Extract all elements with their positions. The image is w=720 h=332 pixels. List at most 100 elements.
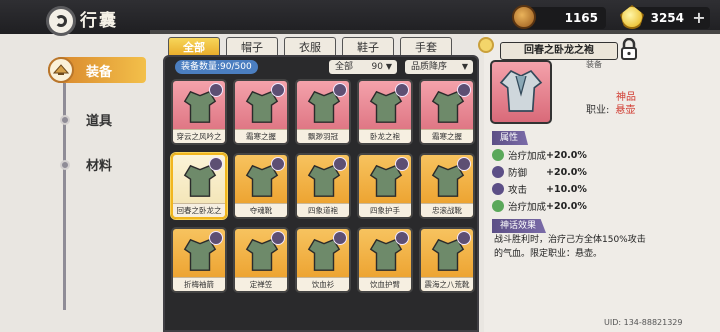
quality-badge-icon — [457, 157, 471, 171]
add-currency-button[interactable]: + — [690, 9, 708, 27]
attribute-value: +20.0% — [546, 149, 587, 161]
job-label: 职业: — [586, 105, 610, 116]
pin-icon[interactable] — [478, 37, 494, 53]
attributes-title: 属性 — [492, 131, 529, 145]
attribute-icon — [492, 183, 504, 195]
sidebar-dot-icon — [60, 159, 70, 170]
item-card-name: 霜寒之握 — [235, 129, 287, 143]
quality-badge-icon — [333, 231, 347, 245]
quality-badge-icon — [333, 157, 347, 171]
attribute-name: 防御 — [508, 168, 528, 179]
back-button[interactable] — [46, 6, 76, 36]
attribute-icon — [492, 166, 504, 178]
job-value: 悬壶 — [615, 105, 636, 116]
item-card[interactable]: 忠滚战靴 — [419, 153, 475, 219]
item-card[interactable]: 饮血护臂 — [357, 227, 413, 293]
filter-select[interactable]: 全部 90 ▼ — [329, 60, 397, 74]
quality-badge-icon — [209, 157, 223, 171]
effect-description: 战斗胜利时，治疗己方全体150%攻击的气血。限定职业：悬壶。 — [494, 235, 646, 259]
inventory-screen: 行囊 1165 3254 + 装备 道具 材料 全部 帽子 衣服 鞋子 手套 装… — [0, 0, 720, 332]
quality-badge-icon — [271, 157, 285, 171]
quality-badge-icon — [271, 83, 285, 97]
item-card-name: 震海之八荒靴 — [421, 277, 473, 291]
item-card-name: 饮血护臂 — [359, 277, 411, 291]
effect-title: 神话效果 — [492, 219, 547, 233]
item-card-name: 饮血衫 — [297, 277, 349, 291]
tab-clothes[interactable]: 衣服 — [284, 37, 336, 57]
back-icon — [55, 15, 67, 27]
item-card-name: 四象道袍 — [297, 203, 349, 217]
item-card[interactable]: 霜寒之握 — [419, 79, 475, 145]
item-card-name: 卧龙之袍 — [359, 129, 411, 143]
item-card-name: 夺魂靴 — [235, 203, 287, 217]
item-card[interactable]: 折梅袖箭 — [171, 227, 227, 293]
selected-item-icon — [490, 60, 552, 124]
item-card-name: 飘渺羽冠 — [297, 129, 349, 143]
item-card[interactable]: 震海之八荒靴 — [419, 227, 475, 293]
attribute-icon — [492, 200, 504, 212]
chevron-down-icon: ▼ — [385, 62, 392, 71]
quality-badge-icon — [271, 231, 285, 245]
robe-icon — [499, 69, 543, 112]
attribute-value: +20.0% — [546, 200, 587, 212]
item-card[interactable]: 定禅笠 — [233, 227, 289, 293]
quality-badge-icon — [457, 231, 471, 245]
quality-badge-icon — [209, 83, 223, 97]
attribute-row: 治疗加成 +20.0% — [492, 199, 587, 213]
attribute-value: +10.0% — [546, 183, 587, 195]
item-card-name: 四象护手 — [359, 203, 411, 217]
item-card-name: 定禅笠 — [235, 277, 287, 291]
filter-label: 全部 — [335, 62, 354, 72]
tab-all[interactable]: 全部 — [168, 37, 220, 57]
attribute-row: 防御 +20.0% — [492, 165, 587, 179]
tab-shoes[interactable]: 鞋子 — [342, 37, 394, 57]
item-card[interactable]: 霜寒之握 — [233, 79, 289, 145]
hat-icon — [48, 57, 74, 83]
attribute-name: 攻击 — [508, 185, 528, 196]
item-count: 装备数量:90/500 — [175, 60, 258, 74]
item-card[interactable]: 夺魂靴 — [233, 153, 289, 219]
item-card[interactable]: 卧龙之袍 — [357, 79, 413, 145]
sort-select[interactable]: 品质降序 ▼ — [405, 60, 473, 74]
item-card[interactable]: 四象道袍 — [295, 153, 351, 219]
quality-badge-icon — [209, 231, 223, 245]
grid-header: 装备数量:90/500 全部 90 ▼ 品质降序 ▼ — [169, 59, 475, 75]
sidebar-item-equipment[interactable]: 装备 — [48, 57, 146, 83]
sidebar-item-props[interactable]: 道具 — [60, 110, 112, 129]
quality-badge-icon — [333, 83, 347, 97]
lock-icon[interactable] — [620, 38, 638, 60]
filter-count: 90 — [371, 62, 383, 72]
copper-coin-icon — [512, 5, 536, 29]
item-card-name: 忠滚战靴 — [421, 203, 473, 217]
quality-badge-icon — [395, 157, 409, 171]
sort-label: 品质降序 — [411, 62, 448, 72]
sidebar-item-materials[interactable]: 材料 — [60, 155, 112, 174]
item-card[interactable]: 回春之卧龙之袍 — [171, 153, 227, 219]
item-name: 回春之卧龙之袍 — [500, 42, 618, 60]
item-type: 装备 — [586, 60, 602, 69]
sidebar-line — [63, 60, 66, 310]
item-card-name: 回春之卧龙之袍 — [173, 203, 225, 217]
item-grid-panel: 装备数量:90/500 全部 90 ▼ 品质降序 ▼ 穿云之风吟之巧霜寒之握飘渺… — [163, 55, 479, 332]
item-card[interactable]: 穿云之风吟之巧 — [171, 79, 227, 145]
sidebar-dot-icon — [60, 114, 70, 125]
item-card[interactable]: 飘渺羽冠 — [295, 79, 351, 145]
tab-hats[interactable]: 帽子 — [226, 37, 278, 57]
quality-badge-icon — [395, 231, 409, 245]
item-card[interactable]: 饮血衫 — [295, 227, 351, 293]
quality-badge-icon — [395, 83, 409, 97]
page-title: 行囊 — [80, 11, 118, 31]
attribute-name: 治疗加成 — [508, 202, 547, 213]
item-card-name: 折梅袖箭 — [173, 277, 225, 291]
item-card-name: 霜寒之握 — [421, 129, 473, 143]
item-job: 职业: 悬壶 — [586, 101, 635, 116]
attribute-name: 治疗加成 — [508, 151, 547, 162]
item-card-name: 穿云之风吟之巧 — [173, 129, 225, 143]
item-card[interactable]: 四象护手 — [357, 153, 413, 219]
attribute-value: +20.0% — [546, 166, 587, 178]
tab-gloves[interactable]: 手套 — [400, 37, 452, 57]
attribute-row: 攻击 +10.0% — [492, 182, 587, 196]
sidebar-item-label: 材料 — [86, 159, 113, 174]
chevron-down-icon: ▼ — [461, 62, 468, 71]
attribute-icon — [492, 149, 504, 161]
